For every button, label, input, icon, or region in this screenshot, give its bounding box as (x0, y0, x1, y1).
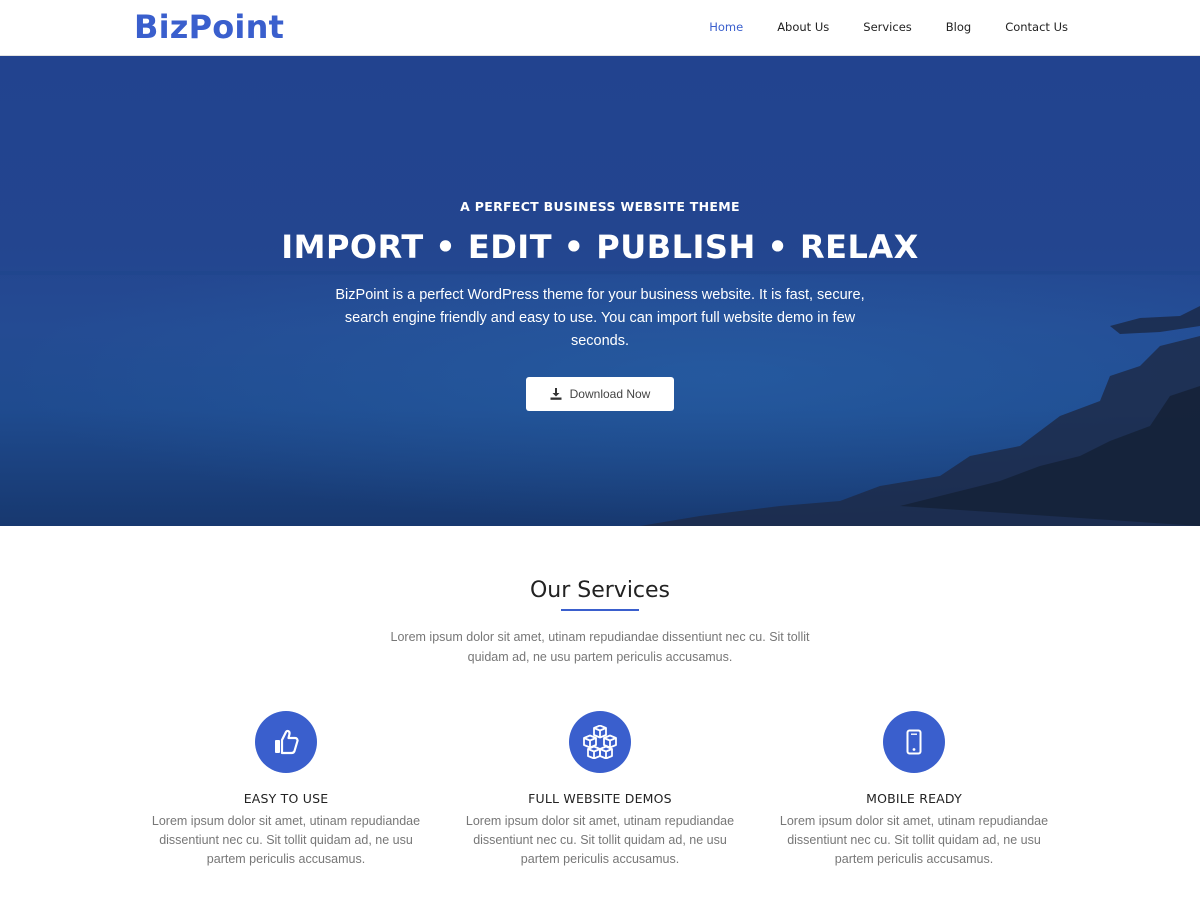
service-icon-circle (569, 711, 631, 773)
nav-item-services[interactable]: Services (863, 20, 912, 34)
service-card-full-website-demos: FULL WEBSITE DEMOS Lorem ipsum dolor sit… (457, 711, 743, 869)
service-title: EASY TO USE (243, 791, 329, 806)
hero-section: A PERFECT BUSINESS WEBSITE THEME IMPORT … (0, 56, 1200, 526)
service-cards: EASY TO USE Lorem ipsum dolor sit amet, … (0, 711, 1200, 869)
services-section: Our Services Lorem ipsum dolor sit amet,… (0, 526, 1200, 869)
services-intro: Lorem ipsum dolor sit amet, utinam repud… (390, 630, 810, 664)
nav-item-blog[interactable]: Blog (946, 20, 971, 34)
hero-description: BizPoint is a perfect WordPress theme fo… (335, 287, 865, 349)
service-text: Lorem ipsum dolor sit amet, utinam repud… (779, 814, 1049, 866)
service-title: MOBILE READY (866, 791, 962, 806)
cubes-icon (583, 725, 617, 759)
service-icon-circle (883, 711, 945, 773)
service-text: Lorem ipsum dolor sit amet, utinam repud… (151, 814, 421, 866)
hero-headline: IMPORT • EDIT • PUBLISH • RELAX (281, 228, 919, 266)
download-now-label: Download Now (569, 387, 651, 401)
nav-item-contact-us[interactable]: Contact Us (1005, 20, 1068, 34)
site-logo[interactable]: BizPoint (134, 8, 284, 46)
mobile-icon (906, 729, 922, 755)
service-icon-circle (255, 711, 317, 773)
site-header: BizPoint Home About Us Services Blog Con… (0, 0, 1200, 56)
services-heading: Our Services (529, 578, 671, 603)
nav-item-about-us[interactable]: About Us (777, 20, 829, 34)
download-now-button[interactable]: Download Now (525, 377, 675, 411)
service-text: Lorem ipsum dolor sit amet, utinam repud… (465, 814, 735, 866)
thumbs-up-icon (275, 729, 299, 755)
nav-item-home[interactable]: Home (709, 20, 743, 34)
hero-content: A PERFECT BUSINESS WEBSITE THEME IMPORT … (0, 199, 1200, 411)
main-nav: Home About Us Services Blog Contact Us (709, 20, 1068, 34)
service-card-easy-to-use: EASY TO USE Lorem ipsum dolor sit amet, … (143, 711, 429, 869)
service-title: FULL WEBSITE DEMOS (528, 791, 672, 806)
services-heading-underline (561, 609, 639, 611)
hero-tagline: A PERFECT BUSINESS WEBSITE THEME (460, 199, 740, 214)
download-icon (550, 388, 562, 400)
service-card-mobile-ready: MOBILE READY Lorem ipsum dolor sit amet,… (771, 711, 1057, 869)
